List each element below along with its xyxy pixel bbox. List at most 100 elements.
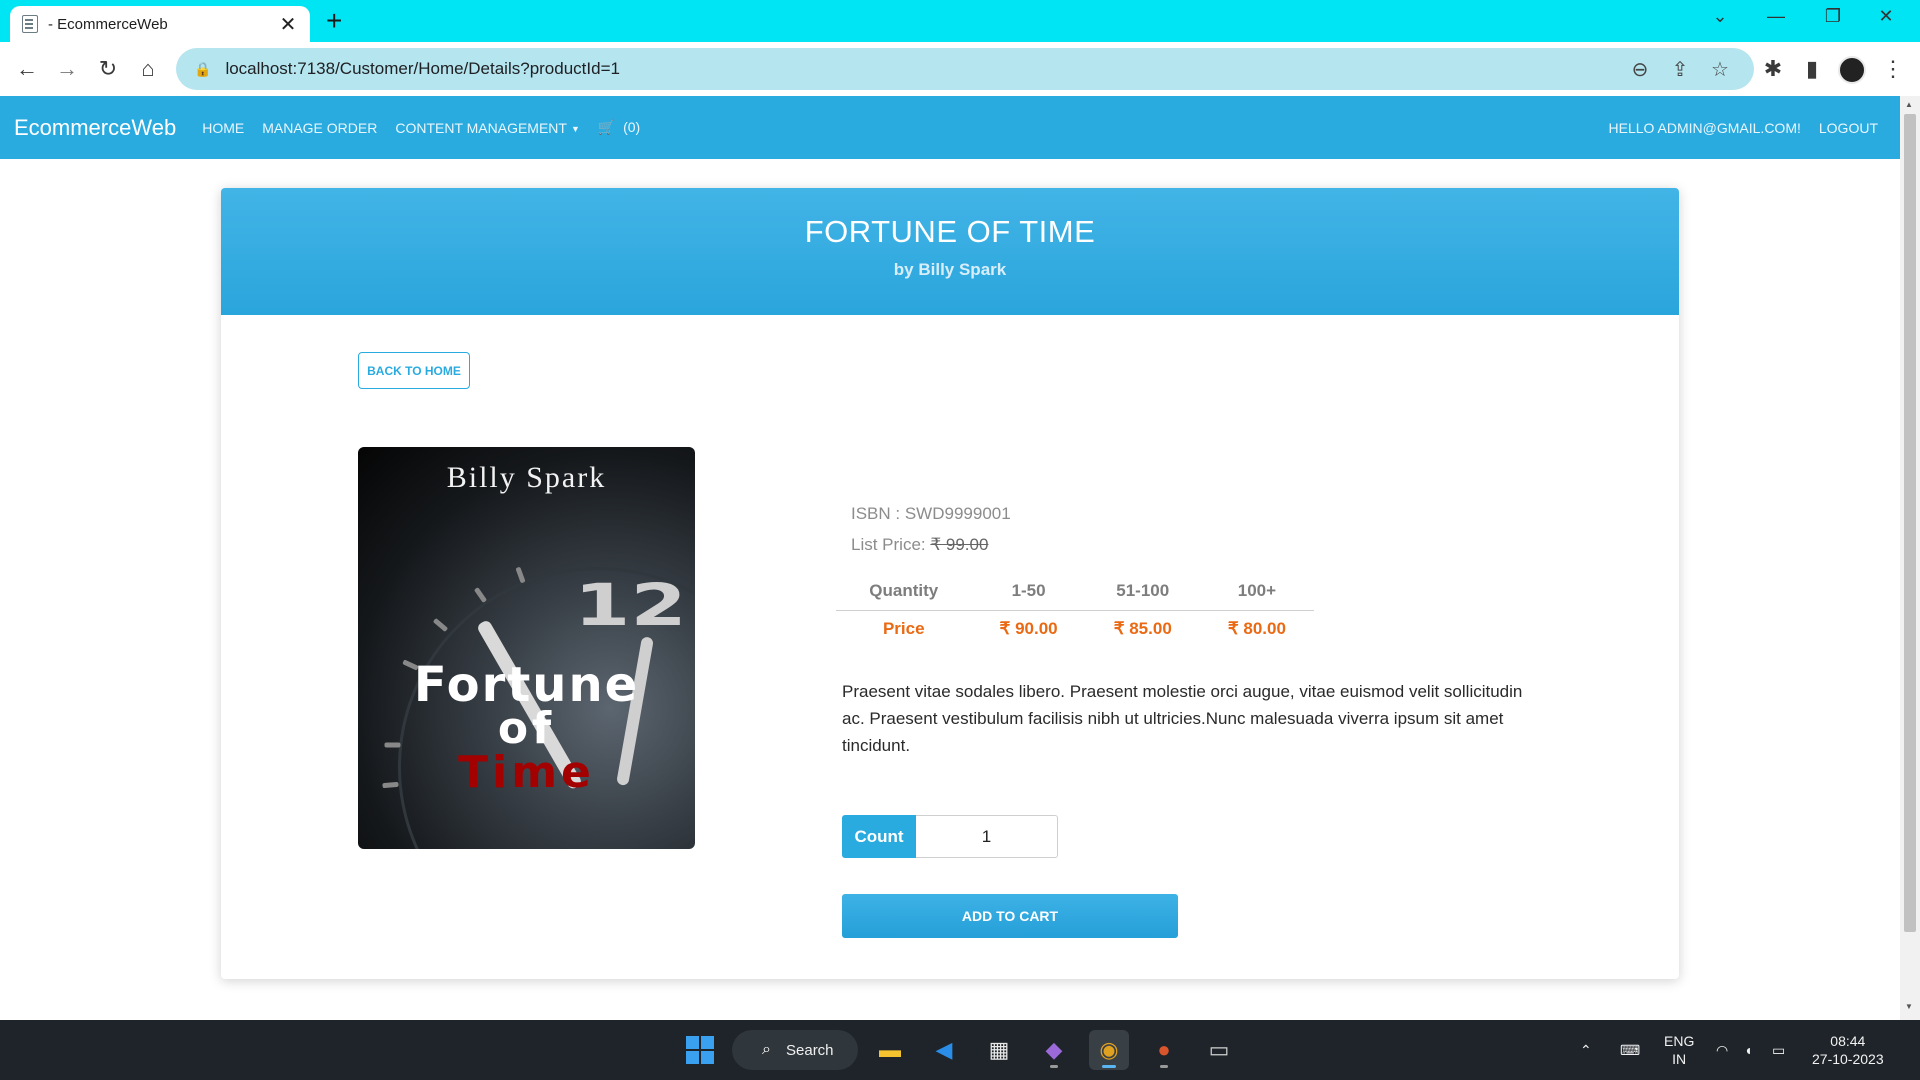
clock-tick [432,617,449,633]
price-table-row: Price ₹ 90.00 ₹ 85.00 ₹ 80.00 [836,610,1314,648]
running-indicator [1160,1065,1168,1068]
back-to-home-button[interactable]: BACK TO HOME [358,352,470,389]
chrome-icon[interactable]: ◉ [1089,1030,1129,1070]
windows-logo-icon [686,1036,714,1064]
clock-tick [515,566,526,584]
browser-tab-strip: - EcommerceWeb ✕ + ⌄ — ❐ ✕ [0,0,1920,42]
brand-link[interactable]: EcommerceWeb [14,115,176,141]
new-tab-button[interactable]: + [326,6,342,36]
product-list-price: List Price: ₹ 99.00 [851,529,1011,560]
active-indicator [1102,1065,1116,1068]
keyboard-icon[interactable]: ⌨ [1620,1020,1640,1080]
wifi-icon[interactable]: ◠ [1716,1020,1728,1080]
minimize-icon[interactable]: — [1756,6,1796,27]
side-panel-icon[interactable]: ▮ [1797,54,1827,84]
windows-taskbar: ⌕ Search ▬ ◀ ▦ ◆ ◉ ● ▭ ⌃ ⌨ ENG IN ◠ ◖ ▭ … [0,1020,1920,1080]
page-favicon-icon [22,15,38,33]
nav-cart[interactable]: 🛒 (0) [598,119,640,136]
vscode-icon[interactable]: ◀ [924,1030,964,1070]
product-title: FORTUNE OF TIME [804,214,1096,249]
url-text[interactable]: localhost:7138/Customer/Home/Details?pro… [225,59,620,79]
add-to-cart-button[interactable]: ADD TO CART [842,894,1178,938]
card-header: FORTUNE OF TIME by Billy Spark [221,188,1679,315]
clock[interactable]: 08:44 27-10-2023 [1812,1020,1884,1080]
price-cell: ₹ 80.00 [1227,619,1286,639]
list-price-label: List Price: [851,535,931,554]
language-indicator[interactable]: ENG IN [1664,1020,1694,1080]
start-button[interactable] [680,1030,720,1070]
tray-overflow-icon[interactable]: ⌃ [1580,1020,1592,1080]
language-text: ENG IN [1664,1032,1694,1068]
cover-author: Billy Spark [446,461,607,494]
cart-count: (0) [623,119,641,135]
price-table-header: Quantity [836,572,972,611]
store-icon[interactable]: ▦ [979,1030,1019,1070]
home-icon[interactable]: ⌂ [133,54,163,84]
price-table-header: 1-50 [971,572,1086,611]
price-table-header: 51-100 [1085,572,1200,611]
file-explorer-icon[interactable]: ▬ [870,1030,910,1070]
clock-tick [473,587,488,603]
count-input[interactable] [916,815,1058,858]
tab-close-icon[interactable]: ✕ [278,12,298,37]
volume-icon[interactable]: ◖ [1744,1020,1752,1080]
running-indicator [1050,1065,1058,1068]
taskbar-search[interactable]: ⌕ Search [732,1030,858,1070]
search-icon: ⌕ [762,1041,771,1058]
product-info: ISBN : SWD9999001 List Price: ₹ 99.00 [851,498,1011,560]
scrollbar-thumb[interactable] [1904,114,1916,932]
site-navbar: EcommerceWeb HOME MANAGE ORDER CONTENT M… [0,96,1900,159]
count-label: Count [842,815,916,858]
price-cell: ₹ 85.00 [1113,619,1172,639]
book-cover-image: 12 Billy Spark Fortune of Time [358,447,695,849]
battery-icon[interactable]: ▭ [1772,1020,1785,1080]
clock-date: 27-10-2023 [1812,1051,1884,1067]
nav-logout[interactable]: LOGOUT [1819,120,1878,136]
product-isbn: ISBN : SWD9999001 [851,504,1011,523]
nav-manage-order[interactable]: MANAGE ORDER [262,120,377,136]
browser-toolbar: ← → ↻ ⌂ 🔒 localhost:7138/Customer/Home/D… [0,42,1920,96]
visual-studio-icon[interactable]: ◆ [1034,1030,1074,1070]
caret-down-icon: ▼ [570,123,580,134]
scroll-down-icon[interactable]: ▼ [1905,1002,1913,1011]
taskbar-search-label: Search [786,1041,834,1059]
price-table: Quantity 1-50 51-100 100+ Price ₹ 90.00 … [836,572,1314,648]
extensions-icon[interactable]: ✱ [1758,54,1788,84]
terminal-icon[interactable]: ▭ [1199,1030,1239,1070]
language-line2: IN [1672,1051,1687,1067]
reload-icon[interactable]: ↻ [93,54,123,84]
tab-title: - EcommerceWeb [48,15,168,33]
scroll-up-icon[interactable]: ▲ [1905,100,1913,109]
profile-avatar[interactable] [1838,56,1866,84]
page-scrollbar[interactable]: ▲ ▼ [1900,96,1920,1020]
tab-search-chevron-icon[interactable]: ⌄ [1700,6,1740,27]
nav-right-group: HELLO ADMIN@GMAIL.COM! LOGOUT [1591,96,1878,159]
zoom-icon[interactable]: ⊖ [1627,57,1653,82]
cart-icon: 🛒 [597,119,616,135]
window-close-icon[interactable]: ✕ [1866,6,1906,27]
powerpoint-icon[interactable]: ● [1144,1030,1184,1070]
price-cell: ₹ 90.00 [999,619,1058,639]
nav-greeting[interactable]: HELLO ADMIN@GMAIL.COM! [1609,120,1801,136]
nav-home[interactable]: HOME [202,120,244,136]
nav-content-management-label: CONTENT MANAGEMENT [395,119,567,136]
browser-tab[interactable]: - EcommerceWeb ✕ [10,6,310,42]
nav-content-management[interactable]: CONTENT MANAGEMENT ▼ [395,120,580,136]
back-arrow-icon[interactable]: ← [12,54,42,84]
cover-clock-number: 12 [573,571,687,639]
address-bar[interactable]: 🔒 localhost:7138/Customer/Home/Details?p… [176,48,1754,90]
language-line1: ENG [1664,1033,1695,1049]
product-details-card: FORTUNE OF TIME by Billy Spark BACK TO H… [221,188,1679,979]
product-author: by Billy Spark [893,260,1007,279]
lock-icon[interactable]: 🔒 [194,61,211,78]
share-icon[interactable]: ⇪ [1667,57,1693,82]
bookmark-star-icon[interactable]: ☆ [1707,57,1733,82]
clock-time: 08:44 [1830,1033,1866,1049]
clock-text: 08:44 27-10-2023 [1812,1032,1884,1068]
menu-dots-icon[interactable]: ⋮ [1878,54,1908,84]
list-price-value: ₹ 99.00 [930,535,989,554]
count-input-group: Count [842,815,1058,858]
forward-arrow-icon[interactable]: → [52,54,82,84]
restore-icon[interactable]: ❐ [1813,6,1853,27]
price-table-header: 100+ [1199,572,1314,611]
